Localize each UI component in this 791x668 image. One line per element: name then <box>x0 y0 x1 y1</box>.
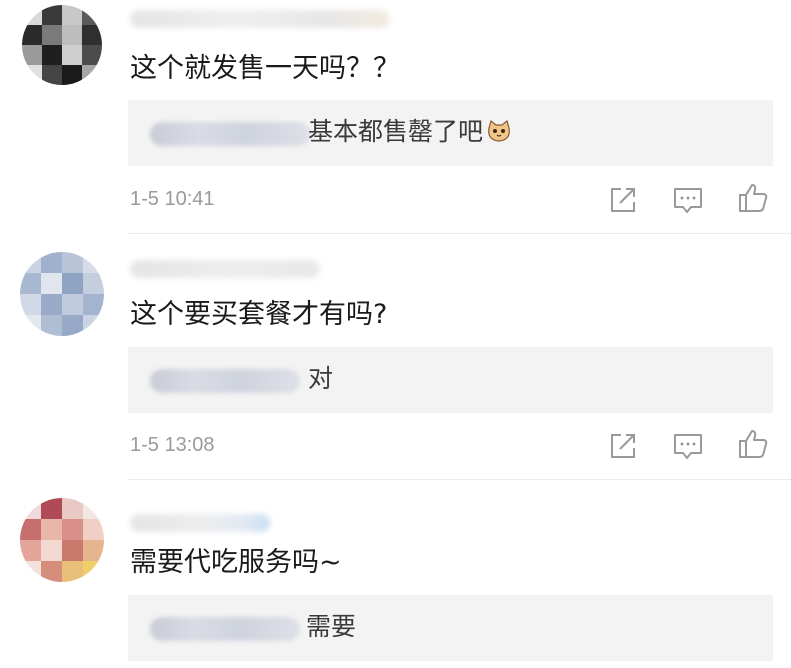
comment-text: 这个要买套餐才有吗? <box>130 299 388 330</box>
comment-text: 需要代吃服务吗~ <box>130 547 342 578</box>
reply-username-blurred[interactable] <box>150 122 310 146</box>
reply-box[interactable]: 基本都售罄了吧 <box>128 100 773 166</box>
reply-text: 需要 <box>306 612 357 641</box>
reply-box[interactable]: 需要 <box>128 595 773 661</box>
username-blurred[interactable] <box>130 10 390 28</box>
share-button[interactable] <box>606 429 640 463</box>
share-button[interactable] <box>606 183 640 217</box>
like-button[interactable] <box>736 181 770 215</box>
reply-text: 对 <box>308 364 334 393</box>
username-blurred[interactable] <box>130 260 320 278</box>
username-blurred[interactable] <box>130 514 270 532</box>
avatar[interactable] <box>20 498 104 582</box>
comment-item: 这个就发售一天吗？？ 基本都售罄了吧 1-5 10:41 <box>0 0 791 230</box>
avatar[interactable] <box>20 252 104 336</box>
reply-box[interactable]: 对 <box>128 347 773 413</box>
thumbs-up-icon <box>739 430 768 458</box>
reply-username-blurred[interactable] <box>150 617 300 641</box>
comment-text: 这个就发售一天吗？？ <box>130 53 400 84</box>
comment-icon <box>674 188 702 213</box>
avatar[interactable] <box>22 5 102 85</box>
reply-button[interactable] <box>671 183 705 217</box>
comment-item: 需要代吃服务吗~ 需要 <box>0 492 791 668</box>
like-button[interactable] <box>736 427 770 461</box>
share-icon <box>611 434 635 458</box>
cat-face-emoji <box>488 119 510 142</box>
thumbs-up-icon <box>739 184 768 212</box>
reply-text: 基本都售罄了吧 <box>308 115 512 149</box>
reply-username-blurred[interactable] <box>150 369 300 393</box>
divider <box>128 233 791 234</box>
comment-time: 1-5 10:41 <box>130 188 215 210</box>
comment-item: 这个要买套餐才有吗? 对 1-5 13:08 <box>0 246 791 476</box>
share-icon <box>611 188 635 212</box>
comment-time: 1-5 13:08 <box>130 434 215 456</box>
divider <box>128 479 791 480</box>
reply-button[interactable] <box>671 429 705 463</box>
comment-icon <box>674 434 702 459</box>
